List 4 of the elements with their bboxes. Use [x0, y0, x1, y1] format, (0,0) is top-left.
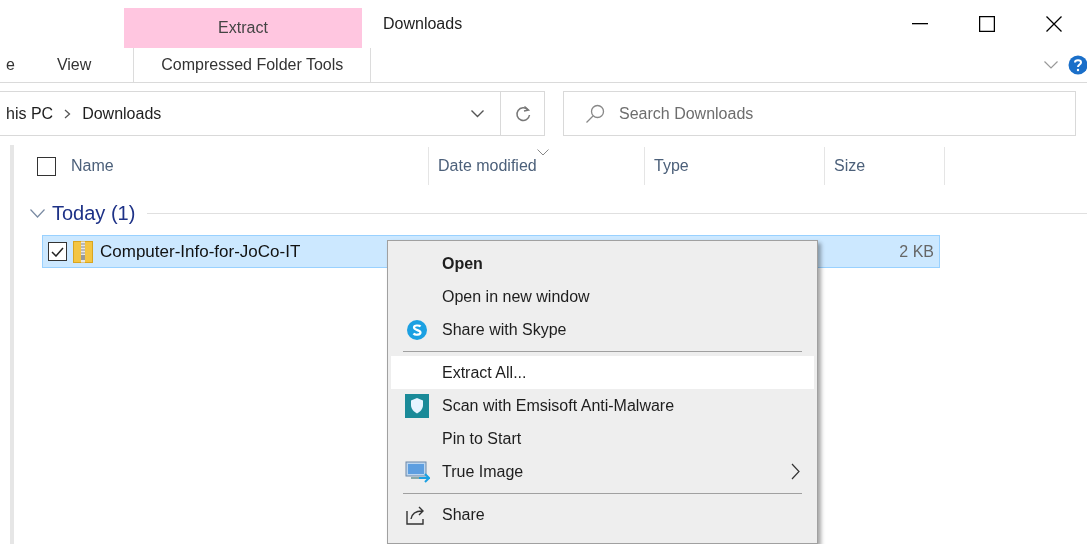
- window-title: Downloads: [383, 14, 463, 34]
- file-name: Computer-Info-for-JoCo-IT: [100, 240, 301, 263]
- search-placeholder: Search Downloads: [619, 103, 754, 124]
- file-size: 2 KB: [899, 241, 934, 262]
